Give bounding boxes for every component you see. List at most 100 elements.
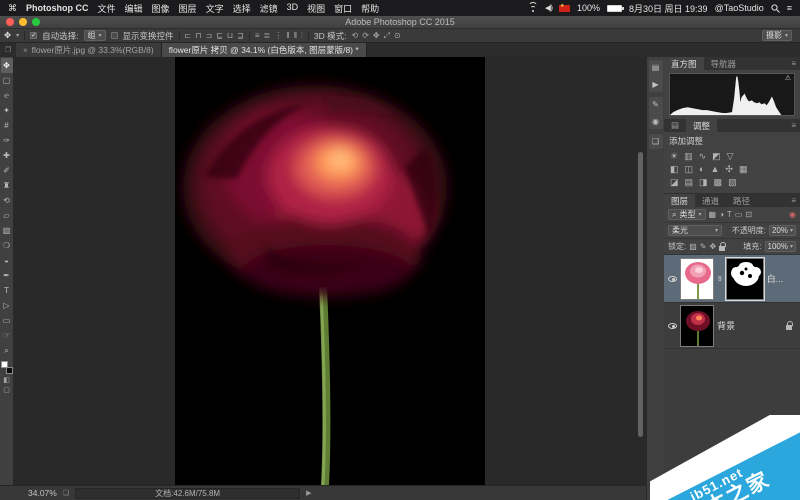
filter-pixel-icon[interactable]: ▦ — [709, 210, 717, 219]
3d-rotate-icon[interactable]: ⟲ — [352, 31, 359, 41]
eyedropper-tool[interactable]: ✑ — [1, 133, 13, 148]
layer-visibility-eye-icon[interactable] — [668, 276, 677, 282]
color-balance-icon[interactable]: ◫ — [685, 164, 694, 175]
quick-select-tool[interactable]: ✦ — [1, 103, 13, 118]
history-brush-tool[interactable]: ⟲ — [1, 193, 13, 208]
distribute-bottom-icon[interactable]: ⋮ — [274, 31, 282, 41]
opacity-input[interactable]: 20% ▾ — [769, 225, 796, 236]
3d-drag-icon[interactable]: ✥ — [373, 31, 380, 41]
notification-center-icon[interactable]: ≡ — [787, 3, 792, 13]
menu-view[interactable]: 视图 — [307, 2, 325, 15]
pen-tool[interactable]: ✒ — [1, 268, 13, 283]
brightness-contrast-icon[interactable]: ☀ — [670, 151, 678, 162]
blend-mode-dropdown[interactable]: 柔光 ▾ — [668, 225, 722, 236]
actions-panel-icon[interactable]: ▶ — [652, 80, 658, 89]
3d-roll-icon[interactable]: ⟳ — [362, 31, 369, 41]
distribute-right-icon[interactable]: ⫶ — [301, 31, 303, 41]
type-tool[interactable]: T — [1, 283, 13, 298]
layer-row-white-version[interactable]: ∞ 白... — [664, 255, 800, 303]
layer-thumbnail[interactable] — [680, 305, 714, 347]
clone-source-panel-icon[interactable]: ❏ — [652, 137, 659, 146]
menu-layer[interactable]: 图层 — [179, 2, 197, 15]
tab-layers[interactable]: 图层 — [664, 194, 695, 207]
align-vcenter-icon[interactable]: ⊔ — [227, 31, 233, 40]
apple-menu-icon[interactable]: ⌘ — [8, 3, 17, 14]
auto-select-dropdown[interactable]: 组 ▾ — [84, 30, 106, 41]
close-window-button[interactable] — [6, 18, 14, 26]
layer-name[interactable]: 白... — [767, 272, 784, 285]
app-menu[interactable]: Photoshop CC — [26, 3, 89, 13]
tab-channels[interactable]: 通道 — [695, 194, 726, 207]
black-white-icon[interactable]: ◐ — [699, 164, 704, 175]
align-right-icon[interactable]: ⊐ — [206, 31, 213, 40]
align-top-icon[interactable]: ⊑ — [216, 31, 223, 40]
eraser-tool[interactable]: ▱ — [1, 208, 13, 223]
threshold-icon[interactable]: ◨ — [699, 177, 708, 188]
minimize-window-button[interactable] — [19, 18, 27, 26]
auto-select-checkbox[interactable]: ✓ — [30, 32, 37, 39]
filter-type-icon[interactable]: T — [727, 210, 732, 219]
panel-menu-icon[interactable]: ≡ — [787, 194, 800, 207]
libraries-panel-icon[interactable]: ▤ — [652, 63, 660, 72]
layer-mask-link-icon[interactable]: ∞ — [715, 276, 724, 282]
background-color-swatch[interactable] — [6, 367, 13, 374]
crop-tool[interactable]: # — [1, 118, 13, 133]
input-language-flag-icon[interactable] — [559, 5, 570, 12]
panel-menu-icon[interactable]: ≡ — [787, 119, 800, 132]
menu-3d[interactable]: 3D — [287, 2, 299, 15]
close-tab-icon[interactable]: × — [23, 46, 28, 55]
shape-tool[interactable]: ▭ — [1, 313, 13, 328]
color-lookup-icon[interactable]: ▦ — [739, 164, 748, 175]
lock-transparent-icon[interactable]: ▨ — [689, 242, 697, 251]
align-left-icon[interactable]: ⊏ — [185, 31, 192, 40]
channel-mixer-icon[interactable]: ✣ — [725, 164, 733, 175]
menu-type[interactable]: 文字 — [206, 2, 224, 15]
info-panel-icon[interactable]: ◉ — [652, 117, 659, 126]
menu-filter[interactable]: 滤镜 — [260, 2, 278, 15]
distribute-left-icon[interactable]: ‖ — [286, 31, 289, 41]
filter-shape-icon[interactable]: ▭ — [735, 210, 743, 219]
show-transform-checkbox[interactable] — [111, 32, 118, 39]
workspace-switcher[interactable]: 摄影 ▾ — [762, 30, 792, 41]
dodge-tool[interactable]: ◒ — [1, 253, 13, 268]
layer-row-background[interactable]: 背景 — [664, 303, 800, 349]
layer-thumbnail[interactable] — [680, 258, 714, 300]
healing-brush-tool[interactable]: ✚ — [1, 148, 13, 163]
brush-tool[interactable]: ✐ — [1, 163, 13, 178]
exposure-icon[interactable]: ◩ — [712, 151, 721, 162]
lock-pixels-icon[interactable]: ✎ — [700, 242, 707, 251]
vertical-scrollbar[interactable] — [638, 152, 643, 437]
distribute-vcenter-icon[interactable]: ≣ — [264, 31, 271, 41]
zoom-level[interactable]: 34.07% — [28, 488, 57, 498]
3d-scale-icon[interactable]: ⊙ — [394, 31, 401, 41]
lock-all-icon[interactable] — [719, 246, 725, 251]
tab-navigator[interactable]: 导航器 — [704, 57, 744, 70]
menu-image[interactable]: 图像 — [152, 2, 170, 15]
tab-adjustments[interactable]: 调整 — [686, 119, 717, 132]
menubar-account[interactable]: @TaoStudio — [715, 3, 764, 13]
layer-name[interactable]: 背景 — [717, 319, 735, 332]
fill-input[interactable]: 100% ▾ — [765, 241, 796, 252]
selective-color-icon[interactable]: ▧ — [728, 177, 737, 188]
menu-select[interactable]: 选择 — [233, 2, 251, 15]
layer-visibility-eye-icon[interactable] — [668, 323, 677, 329]
wifi-icon[interactable] — [528, 4, 538, 12]
menu-file[interactable]: 文件 — [98, 2, 116, 15]
hue-saturation-icon[interactable]: ◧ — [670, 164, 679, 175]
tab-histogram[interactable]: 直方图 — [664, 57, 704, 70]
levels-icon[interactable]: ▥ — [684, 151, 693, 162]
document-info[interactable]: 文档:42.6M/75.8M — [75, 488, 300, 499]
document-tab-2[interactable]: flower原片 拷贝 @ 34.1% (白色版本, 图层蒙版/8) * — [162, 43, 367, 57]
gradient-tool[interactable]: ▨ — [1, 223, 13, 238]
photo-filter-icon[interactable]: ▲ — [710, 164, 719, 175]
foreground-color-swatch[interactable] — [1, 361, 8, 368]
lasso-tool[interactable]: ℮ — [1, 88, 13, 103]
curves-icon[interactable]: ∿ — [699, 151, 707, 162]
tool-preset-caret-icon[interactable]: ▾ — [16, 32, 19, 39]
zoom-window-button[interactable] — [32, 18, 40, 26]
invert-icon[interactable]: ◪ — [670, 177, 679, 188]
quick-mask-button[interactable]: ◧ — [3, 376, 10, 384]
blur-tool[interactable]: ❍ — [1, 238, 13, 253]
zoom-tool[interactable]: ⌕ — [1, 343, 13, 358]
vibrance-icon[interactable]: ▽ — [727, 151, 734, 162]
